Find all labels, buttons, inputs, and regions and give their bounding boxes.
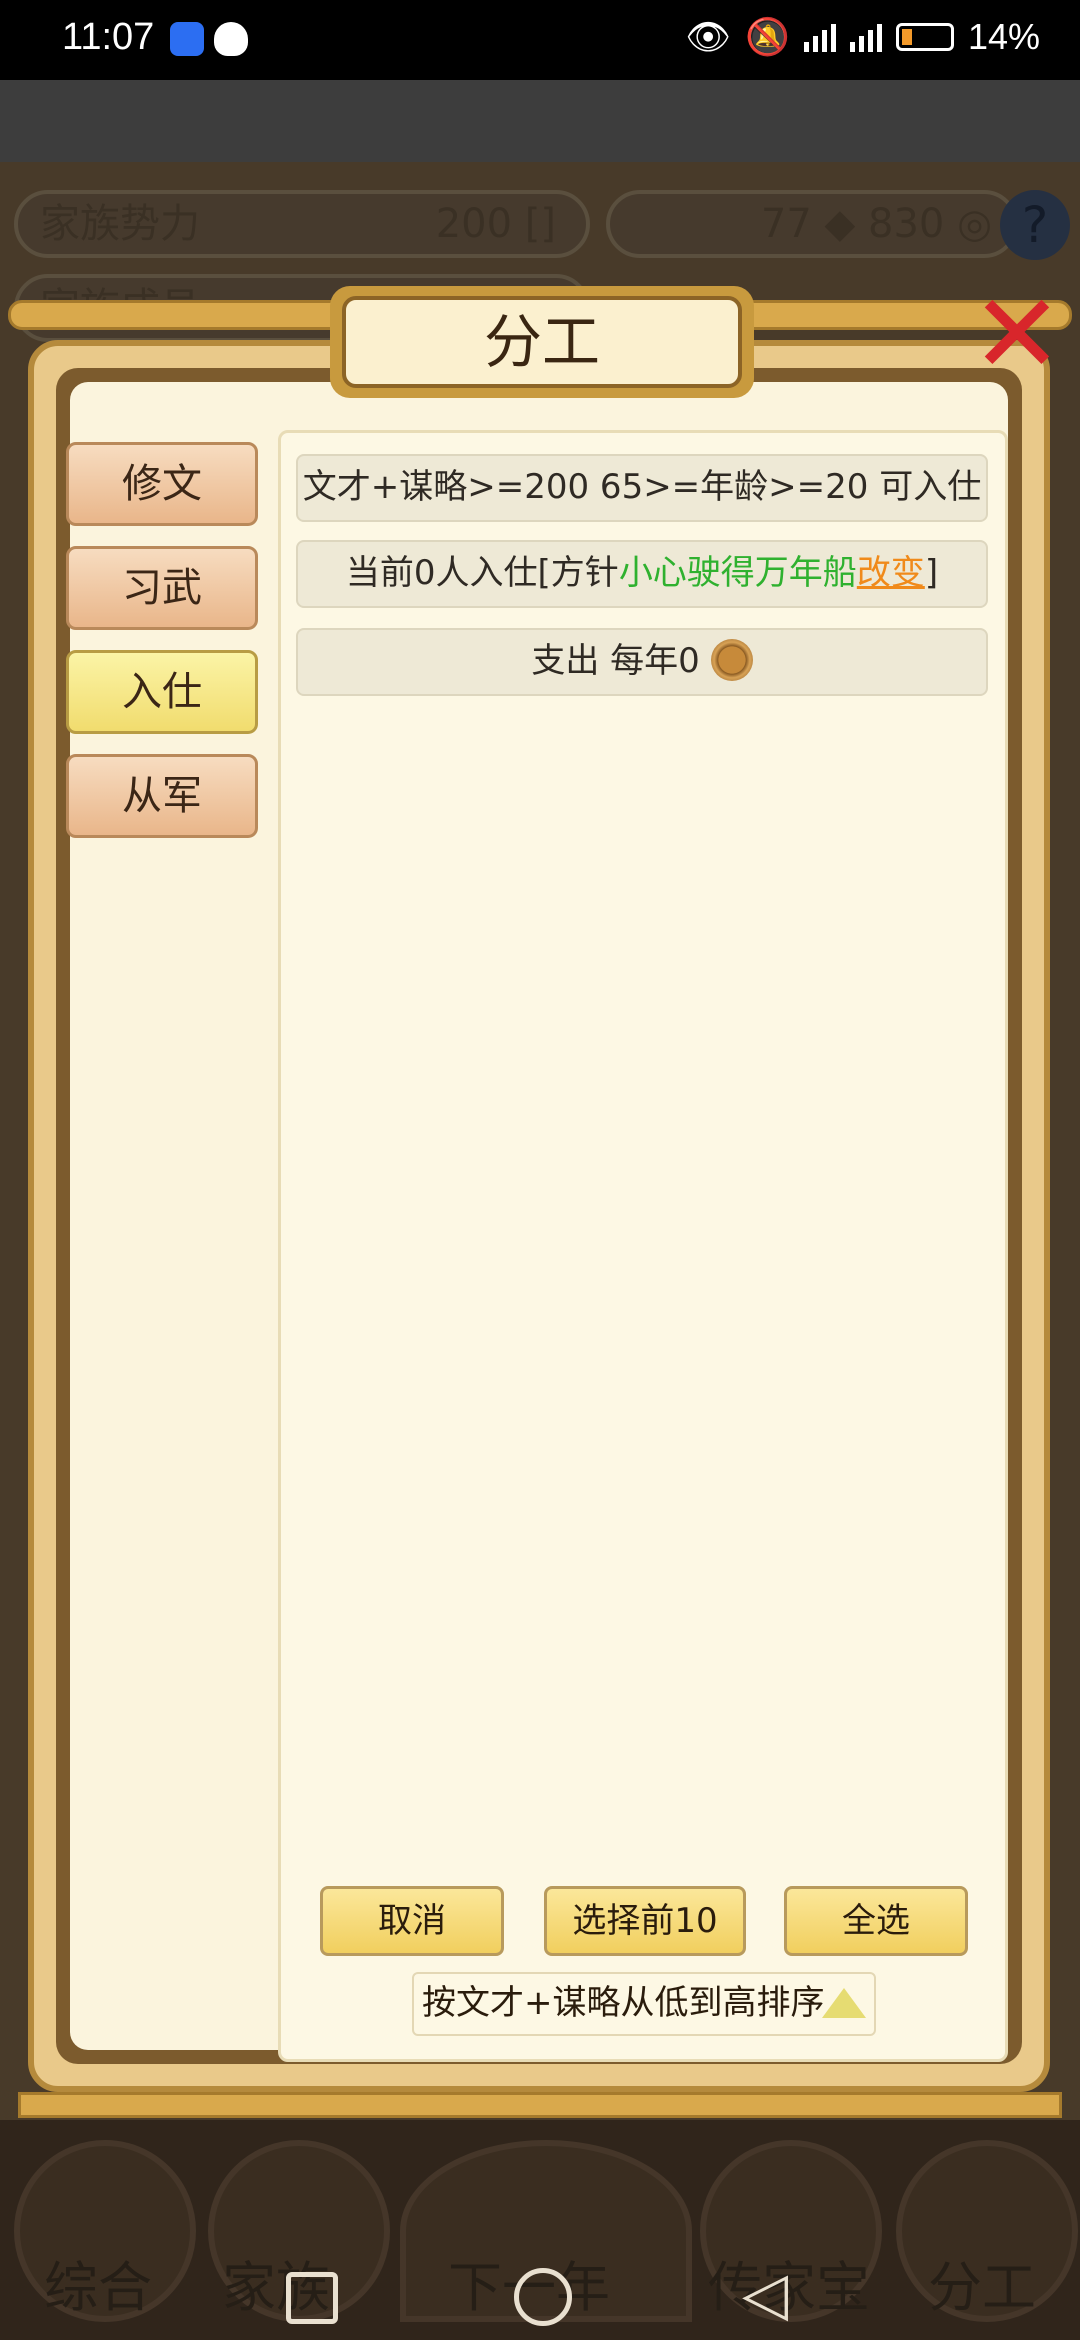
- mute-bell-icon: 🔕: [745, 16, 790, 57]
- requirement-row: 文才+谋略>=200 65>=年龄>=20 可入仕: [296, 454, 988, 522]
- signal-icon: [803, 22, 836, 52]
- battery-percent: 14%: [967, 16, 1040, 57]
- sort-label: 按文才+谋略从低到高排序: [422, 1983, 825, 2023]
- policy-name: 小心驶得万年船: [618, 553, 857, 593]
- dialog-title: 分工: [342, 296, 742, 388]
- back-button[interactable]: ◁: [742, 2264, 788, 2324]
- app-header-bar: [0, 80, 1080, 162]
- home-button[interactable]: [514, 2268, 572, 2326]
- select-all-button[interactable]: 全选: [784, 1886, 968, 1956]
- sort-toggle-button[interactable]: 按文才+谋略从低到高排序: [412, 1972, 876, 2036]
- change-policy-link[interactable]: 改变: [857, 553, 925, 593]
- recent-apps-button[interactable]: [286, 2272, 338, 2324]
- dialog-bottom-rail: [18, 2092, 1062, 2118]
- baidu-app-icon: [170, 22, 204, 56]
- expense-row: 支出 每年0: [296, 628, 988, 696]
- tab-martial[interactable]: 习武: [66, 546, 258, 630]
- status-time: 11:07: [62, 16, 155, 58]
- current-prefix: 当前0人入仕[方针: [345, 553, 619, 593]
- close-icon[interactable]: ✕: [962, 279, 1072, 394]
- battery-icon: [895, 23, 954, 51]
- current-status-row: 当前0人入仕[方针小心驶得万年船改变]: [296, 540, 988, 608]
- status-bar: 11:07 👁 🔕 14%: [0, 0, 1080, 80]
- sort-ascending-icon: [822, 1988, 866, 2018]
- qq-app-icon: [214, 22, 248, 56]
- expense-label: 支出 每年0: [531, 641, 700, 681]
- tab-officialdom[interactable]: 入仕: [66, 650, 258, 734]
- tab-military[interactable]: 从军: [66, 754, 258, 838]
- signal-icon-2: [849, 22, 882, 52]
- dialog-title-plaque: 分工: [330, 286, 754, 398]
- cancel-button[interactable]: 取消: [320, 1886, 504, 1956]
- tab-study[interactable]: 修文: [66, 442, 258, 526]
- coin-icon: [710, 638, 753, 681]
- select-top10-button[interactable]: 选择前10: [544, 1886, 746, 1956]
- current-suffix: ]: [924, 553, 939, 593]
- eye-icon: 👁: [685, 16, 732, 57]
